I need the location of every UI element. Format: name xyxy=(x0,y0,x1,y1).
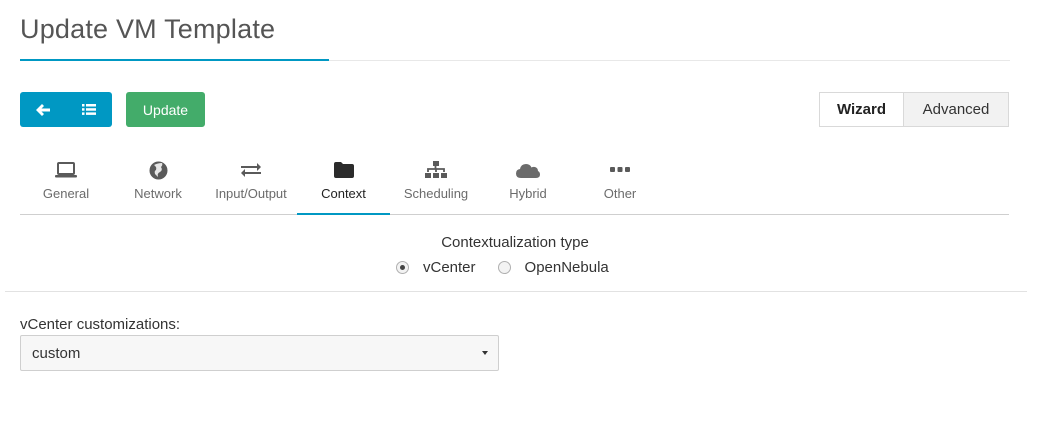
tab-label: Network xyxy=(134,186,182,201)
list-button[interactable] xyxy=(66,92,112,127)
tab-label: Hybrid xyxy=(509,186,547,201)
mode-toggle: Wizard Advanced xyxy=(819,92,1009,127)
globe-icon xyxy=(149,161,167,179)
exchange-icon xyxy=(241,163,261,177)
vcenter-radio[interactable] xyxy=(396,261,409,274)
tab-input-output[interactable]: Input/Output xyxy=(204,152,298,214)
tab-label: General xyxy=(42,186,90,201)
select-value: custom xyxy=(32,344,81,362)
opennebula-radio[interactable] xyxy=(497,261,511,274)
vcenter-radio-label[interactable]: vCenter xyxy=(423,259,476,276)
advanced-button[interactable]: Advanced xyxy=(904,92,1009,127)
update-button[interactable]: Update xyxy=(126,92,205,127)
list-icon xyxy=(82,104,96,115)
contextualization-type-label: Contextualization type xyxy=(441,234,589,251)
tab-label: Input/Output xyxy=(215,186,287,201)
tab-hybrid[interactable]: Hybrid xyxy=(482,152,574,214)
back-button[interactable] xyxy=(20,92,66,127)
arrow-left-icon xyxy=(36,103,50,116)
nav-button-group xyxy=(20,92,112,127)
vcenter-customizations-label: vCenter customizations: xyxy=(20,316,181,333)
wizard-button[interactable]: Wizard xyxy=(819,92,904,127)
tab-scheduling[interactable]: Scheduling xyxy=(390,152,482,214)
folder-icon xyxy=(333,162,354,178)
cloud-icon xyxy=(516,164,540,178)
tab-context[interactable]: Context xyxy=(297,152,390,215)
laptop-icon xyxy=(55,162,77,178)
page-title: Update VM Template xyxy=(20,14,276,44)
tab-label: Other xyxy=(603,186,637,201)
vcenter-customizations-select[interactable]: custom xyxy=(20,335,499,371)
tab-bar: General Network Input/Output Context Sch… xyxy=(20,152,1009,215)
caret-down-icon xyxy=(482,351,488,355)
tab-general[interactable]: General xyxy=(20,152,112,214)
contextualization-type-options: vCenter OpenNebula xyxy=(396,259,609,276)
tab-network[interactable]: Network xyxy=(112,152,204,214)
opennebula-radio-label[interactable]: OpenNebula xyxy=(525,259,609,276)
section-divider xyxy=(5,291,1027,292)
sitemap-icon xyxy=(425,161,447,178)
tab-label: Context xyxy=(321,186,366,201)
tab-other[interactable]: Other xyxy=(574,152,666,214)
tab-label: Scheduling xyxy=(403,186,469,201)
ellipsis-icon xyxy=(610,167,630,172)
title-underline xyxy=(20,59,329,61)
